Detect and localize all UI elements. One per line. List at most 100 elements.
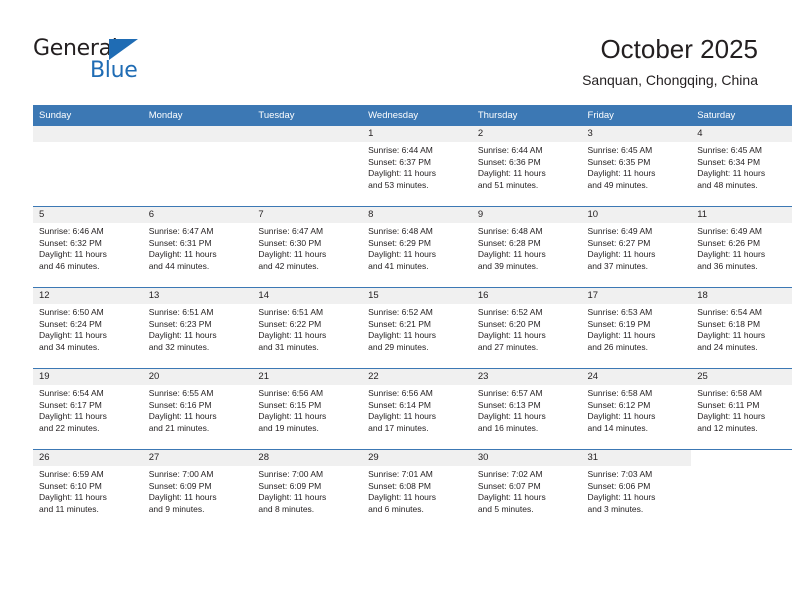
day-cell-inner: 29 Sunrise: 7:01 AM Sunset: 6:08 PM Dayligh… — [362, 450, 472, 530]
day-details: Sunrise: 6:51 AM Sunset: 6:23 PM Daylight:… — [143, 304, 253, 353]
day-details: Sunrise: 6:57 AM Sunset: 6:13 PM Daylight:… — [472, 385, 582, 434]
day-cell-inner: 6 Sunrise: 6:47 AM Sunset: 6:31 PM Daylight… — [142, 207, 253, 287]
day-details: Sunrise: 6:54 AM Sunset: 6:18 PM Daylight:… — [691, 304, 792, 353]
calendar-day-cell[interactable]: 21 Sunrise: 6:56 AM Sunset: 6:15 PM Dayligh… — [252, 368, 363, 450]
daylight-text-line2: and 27 minutes. — [477, 341, 539, 352]
sunrise-text: Sunrise: 6:54 AM — [697, 307, 762, 317]
calendar-empty-cell — [252, 126, 363, 207]
day-cell-inner: 16 Sunrise: 6:52 AM Sunset: 6:20 PM Dayligh… — [471, 288, 582, 368]
day-cell-inner: 28 Sunrise: 7:00 AM Sunset: 6:09 PM Dayligh… — [252, 450, 363, 530]
daylight-text-line2: and 11 minutes. — [39, 503, 99, 514]
day-details: Sunrise: 6:48 AM Sunset: 6:29 PM Daylight:… — [362, 223, 472, 272]
day-cell-inner: 1 Sunrise: 6:44 AM Sunset: 6:37 PM Daylight… — [362, 126, 472, 206]
daylight-text-line1: Daylight: 11 hours — [587, 249, 656, 260]
day-details: Sunrise: 6:45 AM Sunset: 6:34 PM Daylight:… — [691, 142, 792, 191]
day-number: 6 — [142, 207, 253, 223]
calendar-day-cell[interactable]: 27 Sunrise: 7:00 AM Sunset: 6:09 PM Dayligh… — [142, 449, 253, 530]
calendar-day-cell[interactable]: 1 Sunrise: 6:44 AM Sunset: 6:37 PM Daylight… — [362, 126, 472, 207]
calendar-day-cell[interactable]: 5 Sunrise: 6:46 AM Sunset: 6:32 PM Daylight… — [33, 206, 143, 288]
sunset-text: Sunset: 6:17 PM — [39, 399, 102, 410]
calendar-empty-cell — [33, 126, 143, 207]
daylight-text-line1: Daylight: 11 hours — [368, 168, 436, 179]
day-cell-inner: 13 Sunrise: 6:51 AM Sunset: 6:23 PM Dayligh… — [142, 288, 253, 368]
calendar-day-cell[interactable]: 19 Sunrise: 6:54 AM Sunset: 6:17 PM Dayligh… — [33, 368, 143, 450]
sunrise-text: Sunrise: 6:44 AM — [368, 145, 433, 155]
sunset-text: Sunset: 6:15 PM — [258, 399, 322, 410]
daylight-text-line2: and 46 minutes. — [39, 260, 100, 271]
day-details: Sunrise: 6:51 AM Sunset: 6:22 PM Daylight:… — [252, 304, 362, 353]
sunrise-text: Sunrise: 6:58 AM — [587, 388, 653, 398]
calendar-day-cell[interactable]: 3 Sunrise: 6:45 AM Sunset: 6:35 PM Daylight… — [581, 126, 692, 207]
day-details: Sunrise: 6:58 AM Sunset: 6:11 PM Daylight:… — [691, 385, 792, 434]
calendar-day-cell[interactable]: 11 Sunrise: 6:49 AM Sunset: 6:26 PM Dayligh… — [691, 206, 792, 288]
sunrise-text: Sunrise: 6:51 AM — [258, 307, 324, 317]
day-details: Sunrise: 6:48 AM Sunset: 6:28 PM Daylight:… — [472, 223, 582, 272]
sunset-text: Sunset: 6:26 PM — [697, 237, 761, 248]
calendar-day-cell[interactable]: 16 Sunrise: 6:52 AM Sunset: 6:20 PM Dayligh… — [471, 287, 582, 369]
calendar-day-cell[interactable]: 28 Sunrise: 7:00 AM Sunset: 6:09 PM Dayligh… — [252, 449, 363, 530]
calendar-day-cell[interactable]: 22 Sunrise: 6:56 AM Sunset: 6:14 PM Dayligh… — [362, 368, 472, 450]
sunrise-text: Sunrise: 6:45 AM — [587, 145, 653, 155]
calendar-day-cell[interactable]: 9 Sunrise: 6:48 AM Sunset: 6:28 PM Daylight… — [471, 206, 582, 288]
sunrise-text: Sunrise: 6:55 AM — [148, 388, 214, 398]
calendar-week-row: 26 Sunrise: 6:59 AM Sunset: 6:10 PM Dayligh… — [33, 449, 792, 530]
calendar-day-cell[interactable]: 7 Sunrise: 6:47 AM Sunset: 6:30 PM Daylight… — [252, 206, 363, 288]
daylight-text-line1: Daylight: 11 hours — [477, 249, 546, 260]
day-details: Sunrise: 6:45 AM Sunset: 6:35 PM Daylight:… — [582, 142, 692, 191]
daylight-text-line2: and 5 minutes. — [477, 503, 534, 514]
daylight-text-line1: Daylight: 11 hours — [258, 492, 327, 503]
sunset-text: Sunset: 6:13 PM — [477, 399, 541, 410]
day-cell-inner: 27 Sunrise: 7:00 AM Sunset: 6:09 PM Dayligh… — [142, 450, 253, 530]
calendar-day-cell[interactable]: 24 Sunrise: 6:58 AM Sunset: 6:12 PM Dayligh… — [581, 368, 692, 450]
day-number: 5 — [33, 207, 143, 223]
calendar-day-cell[interactable]: 4 Sunrise: 6:45 AM Sunset: 6:34 PM Daylight… — [691, 126, 792, 207]
day-number — [33, 126, 143, 142]
daylight-text-line2: and 31 minutes. — [258, 341, 319, 352]
calendar-day-cell[interactable]: 20 Sunrise: 6:55 AM Sunset: 6:16 PM Dayligh… — [142, 368, 253, 450]
calendar-day-cell[interactable]: 8 Sunrise: 6:48 AM Sunset: 6:29 PM Daylight… — [362, 206, 472, 288]
daylight-text-line1: Daylight: 11 hours — [697, 168, 766, 179]
sunset-text: Sunset: 6:18 PM — [697, 318, 761, 329]
day-details: Sunrise: 6:44 AM Sunset: 6:37 PM Daylight:… — [362, 142, 472, 191]
daylight-text-line1: Daylight: 11 hours — [368, 249, 436, 260]
calendar-day-cell[interactable]: 29 Sunrise: 7:01 AM Sunset: 6:08 PM Dayligh… — [362, 449, 472, 530]
calendar-day-cell[interactable]: 2 Sunrise: 6:44 AM Sunset: 6:36 PM Daylight… — [471, 126, 582, 207]
calendar-day-cell[interactable]: 23 Sunrise: 6:57 AM Sunset: 6:13 PM Dayligh… — [471, 368, 582, 450]
calendar-day-cell[interactable]: 25 Sunrise: 6:58 AM Sunset: 6:11 PM Dayligh… — [691, 368, 792, 450]
calendar-day-cell[interactable]: 30 Sunrise: 7:02 AM Sunset: 6:07 PM Dayligh… — [471, 449, 582, 530]
daylight-text-line2: and 44 minutes. — [148, 260, 210, 271]
sunrise-text: Sunrise: 6:44 AM — [477, 145, 543, 155]
sunrise-text: Sunrise: 6:52 AM — [368, 307, 433, 317]
sunrise-text: Sunrise: 7:01 AM — [368, 469, 433, 479]
calendar-day-cell[interactable]: 26 Sunrise: 6:59 AM Sunset: 6:10 PM Dayligh… — [33, 449, 143, 530]
page-subtitle: Sanquan, Chongqing, China — [582, 72, 758, 88]
sunset-text: Sunset: 6:37 PM — [368, 156, 431, 167]
sunrise-text: Sunrise: 7:02 AM — [477, 469, 543, 479]
daylight-text-line1: Daylight: 11 hours — [368, 411, 436, 422]
day-cell-inner: 17 Sunrise: 6:53 AM Sunset: 6:19 PM Dayligh… — [581, 288, 692, 368]
day-number: 19 — [33, 369, 143, 385]
calendar-day-cell[interactable]: 10 Sunrise: 6:49 AM Sunset: 6:27 PM Dayligh… — [581, 206, 692, 288]
day-cell-inner: 20 Sunrise: 6:55 AM Sunset: 6:16 PM Dayligh… — [142, 369, 253, 449]
calendar-day-cell[interactable]: 12 Sunrise: 6:50 AM Sunset: 6:24 PM Dayligh… — [33, 287, 143, 369]
calendar-page: General Blue October 2025 Sanquan, Chong… — [0, 0, 792, 612]
calendar-day-cell[interactable]: 6 Sunrise: 6:47 AM Sunset: 6:31 PM Daylight… — [142, 206, 253, 288]
sunset-text: Sunset: 6:14 PM — [368, 399, 431, 410]
daylight-text-line2: and 12 minutes. — [697, 422, 758, 433]
daylight-text-line1: Daylight: 11 hours — [148, 492, 217, 503]
calendar-day-cell[interactable]: 31 Sunrise: 7:03 AM Sunset: 6:06 PM Dayligh… — [581, 449, 692, 530]
calendar-day-cell[interactable]: 14 Sunrise: 6:51 AM Sunset: 6:22 PM Dayligh… — [252, 287, 363, 369]
daylight-text-line2: and 39 minutes. — [477, 260, 539, 271]
daylight-text-line2: and 8 minutes. — [258, 503, 315, 514]
day-cell-inner: 9 Sunrise: 6:48 AM Sunset: 6:28 PM Daylight… — [471, 207, 582, 287]
calendar-day-cell[interactable]: 13 Sunrise: 6:51 AM Sunset: 6:23 PM Dayligh… — [142, 287, 253, 369]
weekday-header-thursday: Thursday — [471, 105, 582, 126]
sunrise-text: Sunrise: 7:00 AM — [148, 469, 214, 479]
day-details: Sunrise: 6:47 AM Sunset: 6:30 PM Daylight:… — [252, 223, 362, 272]
calendar-day-cell[interactable]: 17 Sunrise: 6:53 AM Sunset: 6:19 PM Dayligh… — [581, 287, 692, 369]
daylight-text-line1: Daylight: 11 hours — [39, 492, 107, 503]
day-details: Sunrise: 6:50 AM Sunset: 6:24 PM Daylight:… — [33, 304, 143, 353]
day-number: 8 — [362, 207, 472, 223]
calendar-day-cell[interactable]: 18 Sunrise: 6:54 AM Sunset: 6:18 PM Dayligh… — [691, 287, 792, 369]
calendar-day-cell[interactable]: 15 Sunrise: 6:52 AM Sunset: 6:21 PM Dayligh… — [362, 287, 472, 369]
